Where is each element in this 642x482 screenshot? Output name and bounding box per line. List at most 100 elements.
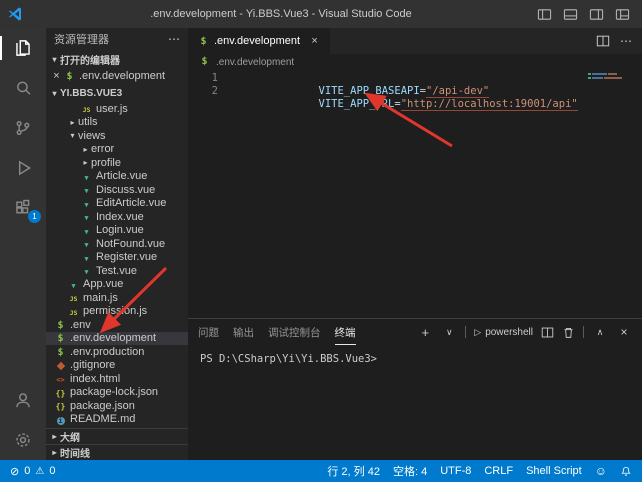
explorer-icon[interactable]: [0, 28, 46, 68]
language-mode-status[interactable]: Shell Script: [526, 465, 582, 477]
feedback-smiley-icon[interactable]: [595, 464, 607, 478]
tree-item[interactable]: README.md: [46, 413, 188, 427]
customize-layout-icon[interactable]: [610, 3, 634, 25]
layout-controls: [532, 3, 642, 25]
tree-item[interactable]: profile: [46, 156, 188, 170]
minimap[interactable]: [588, 73, 630, 81]
close-panel-icon[interactable]: [616, 324, 632, 340]
file-type-icon: [54, 360, 67, 371]
panel-tab[interactable]: 终端: [335, 320, 356, 345]
source-control-icon[interactable]: [0, 108, 46, 148]
tree-item[interactable]: NotFound.vue: [46, 237, 188, 251]
more-actions-icon[interactable]: [620, 32, 632, 50]
vscode-logo-icon: [0, 6, 30, 22]
file-type-icon: [80, 252, 93, 263]
tree-item[interactable]: .env.development: [46, 332, 188, 346]
errors-icon: [10, 465, 19, 478]
warning-count: 0: [49, 465, 55, 477]
sidebar-title-row: 资源管理器: [46, 28, 188, 50]
file-type-icon: [80, 198, 93, 209]
encoding-status[interactable]: UTF-8: [440, 465, 471, 477]
problems-status[interactable]: 0 0: [10, 465, 55, 478]
file-name: permission.js: [83, 305, 147, 317]
outline-section-header[interactable]: 大纲: [46, 428, 188, 444]
maximize-panel-icon[interactable]: [592, 324, 608, 340]
panel-tab[interactable]: 输出: [233, 320, 254, 344]
indentation-status[interactable]: 空格: 4: [393, 463, 427, 479]
open-editor-filename: .env.development: [79, 70, 165, 82]
more-actions-icon[interactable]: [168, 32, 180, 46]
timeline-section-header[interactable]: 时间线: [46, 444, 188, 460]
new-terminal-icon[interactable]: [417, 324, 433, 340]
tree-item[interactable]: .env.production: [46, 345, 188, 359]
sidebar-title: 资源管理器: [54, 31, 109, 47]
tree-item[interactable]: package.json: [46, 399, 188, 413]
run-debug-icon[interactable]: [0, 148, 46, 188]
project-section-header[interactable]: YI.BBS.VUE3: [46, 84, 188, 102]
file-name: main.js: [83, 292, 118, 304]
tree-item[interactable]: package-lock.json: [46, 386, 188, 400]
code-line[interactable]: 2 VITE_APP_URL="http://localhost:19001/a…: [188, 85, 642, 98]
tree-item[interactable]: Article.vue: [46, 170, 188, 184]
search-icon[interactable]: [0, 68, 46, 108]
kill-terminal-trash-icon[interactable]: [562, 326, 575, 339]
titlebar: .env.development - Yi.BBS.Vue3 - Visual …: [0, 0, 642, 28]
divider: [583, 326, 584, 338]
file-type-icon: [80, 211, 93, 222]
terminal[interactable]: PS D:\CSharp\Yi\Yi.BBS.Vue3>: [188, 345, 642, 460]
file-type-icon: [197, 35, 210, 47]
toggle-sidebar-icon[interactable]: [532, 3, 556, 25]
terminal-dropdown-icon[interactable]: [441, 324, 457, 340]
tree-item[interactable]: index.html: [46, 372, 188, 386]
editor-tab[interactable]: .env.development: [188, 28, 331, 54]
tree-item[interactable]: main.js: [46, 291, 188, 305]
toggle-panel-icon[interactable]: [558, 3, 582, 25]
open-editors-header[interactable]: 打开的编辑器: [46, 50, 188, 68]
tree-item[interactable]: Register.vue: [46, 251, 188, 265]
file-type-icon: [67, 306, 80, 317]
tree-item[interactable]: utils: [46, 116, 188, 130]
account-icon[interactable]: [0, 380, 46, 420]
editor-group: .env.development .env.development: [188, 28, 642, 460]
notifications-bell-icon[interactable]: [620, 465, 632, 478]
tree-item[interactable]: permission.js: [46, 305, 188, 319]
line-number: 2: [188, 85, 218, 98]
line-number: 1: [188, 72, 218, 85]
eol-status[interactable]: CRLF: [484, 465, 513, 477]
split-terminal-icon[interactable]: [541, 326, 554, 339]
bottom-panel: 问题 输出 调试控制台 终端: [188, 318, 642, 460]
tree-item[interactable]: error: [46, 143, 188, 157]
file-type-icon: [54, 400, 67, 411]
open-editor-item[interactable]: .env.development: [46, 68, 188, 84]
split-editor-icon[interactable]: [596, 34, 610, 48]
tree-item[interactable]: Index.vue: [46, 210, 188, 224]
tree-item[interactable]: .gitignore: [46, 359, 188, 373]
terminal-instance-powershell[interactable]: powershell: [474, 327, 533, 338]
file-name: package.json: [70, 400, 135, 412]
code-editor[interactable]: 1 VITE_APP_BASEAPI="/api-dev" 2 VITE_APP…: [188, 70, 642, 318]
close-icon[interactable]: [50, 70, 63, 82]
file-name: Index.vue: [96, 211, 144, 223]
tree-item[interactable]: App.vue: [46, 278, 188, 292]
chevron-down-icon: [49, 55, 60, 64]
cursor-position-status[interactable]: 行 2, 列 42: [327, 463, 380, 479]
file-type-icon: [54, 387, 67, 398]
tree-item[interactable]: user.js: [46, 102, 188, 116]
tree-item[interactable]: EditArticle.vue: [46, 197, 188, 211]
settings-gear-icon[interactable]: [0, 420, 46, 460]
tree-item[interactable]: views: [46, 129, 188, 143]
panel-tabs: 问题 输出 调试控制台 终端: [198, 320, 356, 345]
toggle-secondary-sidebar-icon[interactable]: [584, 3, 608, 25]
tree-item[interactable]: Test.vue: [46, 264, 188, 278]
tree-item[interactable]: Discuss.vue: [46, 183, 188, 197]
close-tab-icon[interactable]: [308, 35, 321, 47]
shell-label: powershell: [485, 327, 533, 338]
code-lines: 1 VITE_APP_BASEAPI="/api-dev" 2 VITE_APP…: [188, 72, 642, 98]
file-type-icon: [54, 332, 67, 344]
panel-tab[interactable]: 调试控制台: [268, 320, 321, 344]
tree-item[interactable]: .env: [46, 318, 188, 332]
explorer-sidebar: 资源管理器 打开的编辑器 .env.development: [46, 28, 188, 460]
extensions-icon[interactable]: 1: [0, 188, 46, 228]
tree-item[interactable]: Login.vue: [46, 224, 188, 238]
panel-tab[interactable]: 问题: [198, 320, 219, 344]
